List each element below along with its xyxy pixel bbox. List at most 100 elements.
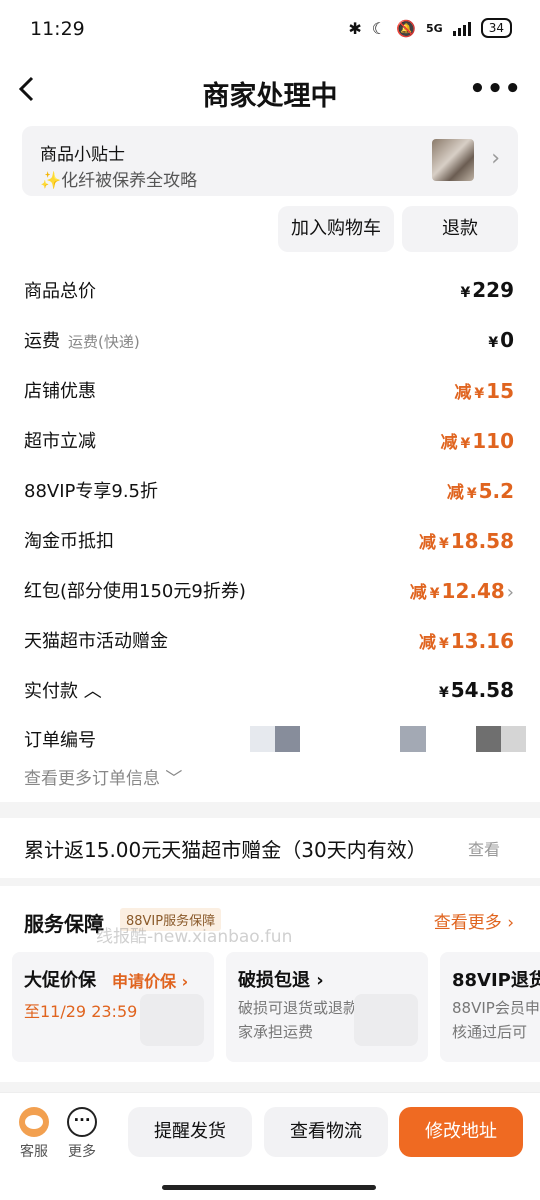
add-to-cart-button[interactable]: 加入购物车 (278, 206, 394, 252)
redacted-order-number (476, 726, 526, 752)
svc-name: 大促价保 (24, 970, 96, 991)
bluetooth-icon: ✱ (348, 18, 362, 38)
more-order-info-link[interactable]: 查看更多订单信息 ﹀ (24, 764, 182, 789)
price-row-label: 天猫超市活动赠金 (24, 631, 168, 652)
discount-prefix: 减 (418, 632, 436, 653)
price-row-label-group: 超市立减 (24, 427, 96, 453)
box-icon (354, 994, 418, 1046)
amount: 110 (472, 428, 514, 453)
product-thumbnail (432, 139, 474, 181)
customer-service-button[interactable]: 客服 (12, 1107, 56, 1161)
price-row: 商品总价 ¥229 (24, 272, 514, 308)
damage-return-card[interactable]: 破损包退 › 破损可退货或退款，商 家承担运费 (226, 952, 428, 1062)
price-row-label: 红包(部分使用150元9折券) (24, 581, 246, 602)
nav-bar: 商家处理中 ••• (0, 60, 540, 122)
order-detail-card: 商品小贴士 ✨化纤被保养全攻略 › 加入购物车 退款 商品总价 ¥229 运费 运费(… (0, 122, 540, 802)
svc-desc: 88VIP会员申 核通过后可 (452, 996, 540, 1044)
price-row-value: 减 ¥13.16 (419, 628, 514, 653)
chevron-right-icon: › (491, 146, 500, 171)
price-row: 超市立减 减 ¥110 (24, 422, 514, 458)
redacted-order-number (400, 726, 426, 752)
view-logistics-button[interactable]: 查看物流 (264, 1107, 388, 1157)
amount: 18.58 (450, 528, 514, 553)
rebate-view-link[interactable]: 查看 (468, 836, 500, 860)
bottom-action-bar: 客服 更多 提醒发货 查看物流 修改地址 (0, 1092, 540, 1200)
amount: 0 (500, 328, 514, 352)
status-bar: 11:29 ✱ ☾ 🔕 5G 34 (0, 0, 540, 60)
currency-symbol: ¥ (438, 685, 449, 701)
refund-button[interactable]: 退款 (402, 206, 518, 252)
price-row-value: ¥0 (488, 328, 514, 352)
svc-desc-line: 核通过后可 (452, 1023, 528, 1041)
rebate-banner[interactable]: 累计返15.00元天猫超市赠金（30天内有效） 查看 (0, 818, 540, 878)
service-title: 服务保障 (24, 912, 104, 936)
customer-service-icon (19, 1107, 49, 1137)
service-guarantee-section: 服务保障 88VIP服务保障 查看更多 › 线报酷-new.xianbao.fu… (0, 886, 540, 1082)
price-row: 运费 运费(快递) ¥0 (24, 322, 514, 358)
price-row-label-group: 实付款 ︿ (24, 677, 102, 703)
order-number-label: 订单编号 (24, 730, 96, 751)
amount: 54.58 (450, 678, 514, 702)
product-tips-card[interactable]: 商品小贴士 ✨化纤被保养全攻略 › (22, 126, 518, 196)
currency-symbol: ¥ (438, 635, 449, 652)
amount: 12.48 (441, 578, 505, 603)
price-row-label: 88VIP专享9.5折 (24, 481, 159, 502)
tips-subtitle: ✨化纤被保养全攻略 (40, 171, 198, 191)
currency-symbol: ¥ (474, 385, 485, 402)
price-row-value: 减 ¥15 (454, 378, 514, 403)
vip-return-card[interactable]: 88VIP退货 88VIP会员申 核通过后可 (440, 952, 540, 1062)
more-tools-button[interactable]: 更多 (60, 1107, 104, 1161)
price-protect-card[interactable]: 大促价保 申请价保 › 至11/29 23:59 (12, 952, 214, 1062)
change-address-button[interactable]: 修改地址 (399, 1107, 523, 1157)
ellipsis-icon: ••• (469, 74, 522, 104)
status-time: 11:29 (30, 18, 85, 40)
svc-name: 88VIP退货 (452, 970, 540, 991)
chevron-right-icon: › (506, 581, 514, 603)
price-row-sub: 运费(快递) (68, 333, 140, 351)
price-row: 淘金币抵扣 减 ¥18.58 (24, 522, 514, 558)
home-indicator (162, 1185, 376, 1190)
currency-symbol: ¥ (438, 535, 449, 552)
rebate-text: 累计返15.00元天猫超市赠金（30天内有效） (24, 838, 427, 862)
price-row: 店铺优惠 减 ¥15 (24, 372, 514, 408)
discount-prefix: 减 (446, 482, 464, 503)
price-tag-icon (140, 994, 204, 1046)
amount: 13.16 (450, 628, 514, 653)
price-row: 天猫超市活动赠金 减 ¥13.16 (24, 622, 514, 658)
service-more-link[interactable]: 查看更多 › (434, 908, 514, 933)
price-row: 88VIP专享9.5折 减 ¥5.2 (24, 472, 514, 508)
remind-ship-button[interactable]: 提醒发货 (128, 1107, 252, 1157)
currency-symbol: ¥ (488, 335, 499, 351)
price-row: 实付款 ︿ ¥54.58 (24, 672, 514, 708)
price-row-label-group: 天猫超市活动赠金 (24, 627, 168, 653)
svc-name: 破损包退 › (238, 970, 324, 991)
redacted-order-number (250, 726, 300, 752)
more-menu-button[interactable]: ••• (469, 74, 522, 104)
svc-date: 至11/29 23:59 (24, 1002, 138, 1021)
price-row-label: 店铺优惠 (24, 381, 96, 402)
price-row-label-group: 红包(部分使用150元9折券) (24, 577, 246, 603)
customer-service-label: 客服 (20, 1144, 48, 1160)
price-row-value: ¥229 (461, 278, 515, 302)
discount-prefix: 减 (409, 582, 427, 603)
tips-title: 商品小贴士 (40, 145, 125, 165)
currency-symbol: ¥ (429, 585, 440, 602)
watermark: 线报酷-new.xianbao.fun (96, 927, 293, 947)
currency-symbol: ¥ (460, 435, 471, 452)
status-icons: ✱ ☾ 🔕 5G 34 (348, 18, 512, 38)
currency-symbol: ¥ (466, 485, 477, 502)
more-label: 更多 (68, 1144, 96, 1160)
discount-prefix: 减 (454, 382, 472, 403)
price-row-value: 减 ¥5.2 (447, 478, 514, 503)
mute-icon: 🔕 (396, 18, 417, 38)
amount: 15 (486, 378, 514, 403)
apply-price-protect-link[interactable]: 申请价保 › (112, 968, 188, 992)
network-label: 5G (426, 21, 443, 35)
price-row-label-group: 淘金币抵扣 (24, 527, 114, 553)
amount: 5.2 (478, 478, 514, 503)
currency-symbol: ¥ (460, 285, 471, 301)
price-row[interactable]: 红包(部分使用150元9折券) 减 ¥12.48 › (24, 572, 514, 608)
svc-desc-line: 88VIP会员申 (452, 999, 540, 1017)
more-icon (67, 1107, 97, 1137)
price-row-label: 超市立减 (24, 431, 96, 452)
